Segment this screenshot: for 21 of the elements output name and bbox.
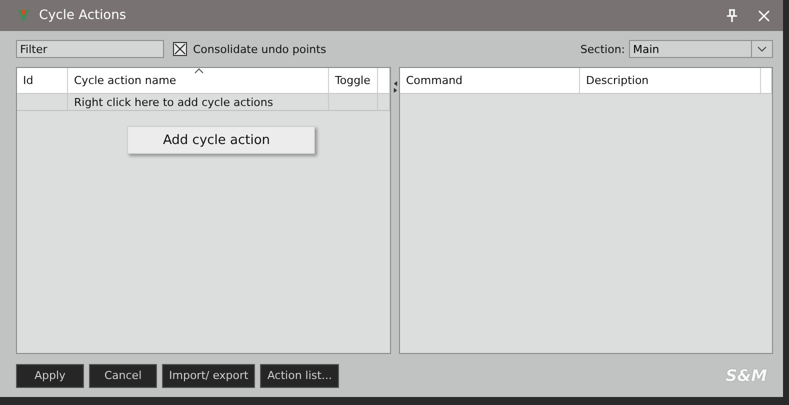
- column-header[interactable]: Id: [17, 68, 68, 93]
- section-dropdown[interactable]: Main: [629, 40, 773, 58]
- action-button[interactable]: Action list...: [260, 364, 339, 388]
- section-label: Section:: [580, 42, 625, 56]
- window-title: Cycle Actions: [39, 8, 126, 23]
- action-button[interactable]: Apply: [16, 364, 84, 388]
- splitter-arrows-icon[interactable]: [393, 79, 398, 95]
- checkbox-label: Consolidate undo points: [193, 42, 326, 56]
- column-header[interactable]: Command: [400, 68, 580, 93]
- consolidate-checkbox[interactable]: [173, 42, 187, 56]
- column-header[interactable]: Toggle: [329, 68, 378, 93]
- column-header[interactable]: Description: [580, 68, 761, 93]
- app-logo-icon: [16, 8, 31, 23]
- filter-field[interactable]: Filter: [16, 40, 164, 58]
- close-icon[interactable]: [757, 8, 771, 22]
- column-header[interactable]: Cycle action name: [68, 68, 329, 93]
- action-button[interactable]: Import/ export: [162, 364, 256, 388]
- pin-icon[interactable]: [725, 8, 739, 22]
- action-button[interactable]: Cancel: [89, 364, 157, 388]
- table-cell: Right click here to add cycle actions: [68, 94, 329, 110]
- menu-item[interactable]: Add cycle action: [128, 127, 314, 153]
